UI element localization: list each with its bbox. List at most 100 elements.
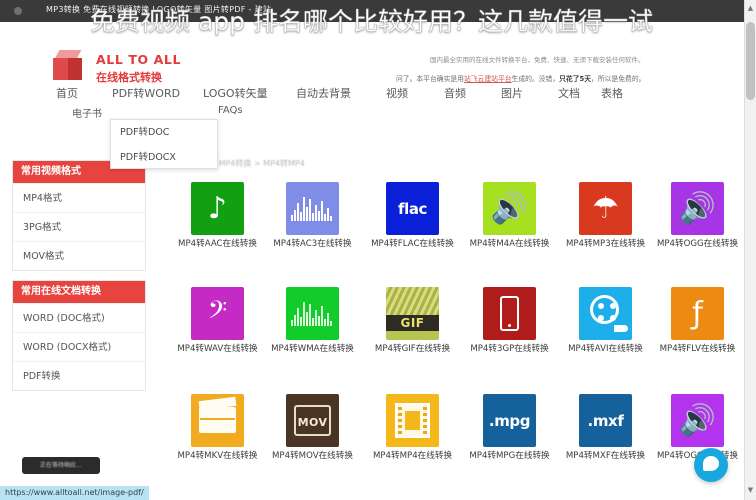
converter-card[interactable]: ♪ MP4转AAC在线转换 — [170, 182, 265, 250]
waveform-icon — [286, 287, 339, 340]
topbar-dot-icon — [14, 7, 22, 15]
nav-item-7[interactable]: 文档 — [558, 85, 580, 101]
mxf-text-icon: .mxf — [579, 394, 632, 447]
sidebar-item-0-1[interactable]: 3PG格式 — [13, 212, 145, 241]
icon-text: .mxf — [587, 411, 624, 430]
flac-text-icon: flac — [386, 182, 439, 235]
sidebar-item-1-1[interactable]: WORD (DOCX格式) — [13, 332, 145, 361]
converter-card-label: MP4转MP4在线转换 — [372, 451, 453, 461]
converter-card-label: MP4转MPG在线转换 — [469, 451, 550, 461]
scroll-up-arrow-icon[interactable]: ▲ — [746, 4, 755, 13]
header-note-primary: 国内最全实用的在线文件转换平台，免费、快速、无须下载安装任何软件。 — [430, 56, 645, 64]
film-reel-icon — [579, 287, 632, 340]
nav2-item-1[interactable]: FAQs — [218, 105, 243, 116]
chat-bubble-icon[interactable] — [694, 448, 728, 482]
page-scrollbar[interactable]: ▲ ▼ — [744, 0, 756, 500]
converter-card-label: MP4转WMA在线转换 — [271, 344, 354, 354]
converter-card-label: MP4转MKV在线转换 — [177, 451, 258, 461]
phone-outline — [500, 296, 519, 331]
filmstrip-icon — [386, 394, 439, 447]
converter-card[interactable]: ƒ MP4转FLV在线转换 — [650, 287, 745, 355]
filmstrip-body — [395, 403, 430, 438]
icon-text: flac — [397, 199, 428, 218]
nav-item-8[interactable]: 表格 — [601, 85, 623, 101]
converter-card[interactable]: MP4转AC3在线转换 — [265, 182, 360, 250]
site-page: ALL TO ALL 在线格式转换 国内最全实用的在线文件转换平台，免费、快速、… — [0, 22, 744, 500]
nav-item-4[interactable]: 视频 — [386, 85, 408, 101]
nav-item-1[interactable]: PDF转WORD — [112, 85, 180, 101]
dropdown-item-1[interactable]: PDF转DOCX — [111, 145, 217, 170]
dropdown-item-0[interactable]: PDF转DOC — [111, 120, 217, 145]
sidebar-item-1-2[interactable]: PDF转换 — [13, 361, 145, 390]
waveform-bars — [291, 196, 334, 221]
sidebar-box-title-1: 常用在线文档转换 — [13, 281, 145, 303]
converter-card[interactable]: 🔊 MP4转M4A在线转换 — [462, 182, 557, 250]
sidebar-item-0-2[interactable]: MOV格式 — [13, 241, 145, 270]
converter-card[interactable]: GIF MP4转GIF在线转换 — [365, 287, 460, 355]
cube-logo-glyph — [55, 60, 79, 78]
converter-card[interactable]: 𝄢 MP4转WAV在线转换 — [170, 287, 265, 355]
icon-glyph: ☂ — [592, 190, 619, 226]
waveform-bars — [291, 301, 334, 326]
mpg-text-icon: .mpg — [483, 394, 536, 447]
loading-tooltip: 正在等待响应… — [22, 457, 100, 474]
icon-glyph: 🔊 — [490, 190, 529, 226]
bass-clef-icon: 𝄢 — [191, 287, 244, 340]
overlay-headline: 免费视频 app 排名哪个比较好用？这几款值得一试 — [90, 7, 653, 36]
converter-card-label: MP4转GIF在线转换 — [374, 344, 451, 354]
speaker-icon: 🔊 — [671, 182, 724, 235]
nav2-item-0[interactable]: 电子书 — [72, 105, 102, 120]
converter-card-label: MP4转WAV在线转换 — [177, 344, 258, 354]
brand-line-1: ALL TO ALL — [96, 52, 182, 67]
converter-card-label: MP4转3GP在线转换 — [470, 344, 549, 354]
mov-icon: MOV — [286, 394, 339, 447]
nav-item-2[interactable]: LOGO转矢量 — [203, 85, 268, 101]
nav-item-5[interactable]: 音频 — [444, 85, 466, 101]
converter-card-label: MP4转MXF在线转换 — [565, 451, 646, 461]
converter-card-label: MP4转FLV在线转换 — [659, 344, 736, 354]
nav-item-3[interactable]: 自动去背景 — [296, 85, 351, 101]
clapperboard-icon — [191, 394, 244, 447]
converter-card-label: MP4转MP3在线转换 — [565, 239, 646, 249]
converter-card-label: MP4转MOV在线转换 — [272, 451, 353, 461]
converter-card[interactable]: MP4转AVI在线转换 — [558, 287, 653, 355]
icon-glyph: 🔊 — [678, 190, 717, 226]
icon-glyph: ƒ — [692, 295, 703, 331]
converter-card[interactable]: ☂ MP4转MP3在线转换 — [558, 182, 653, 250]
converter-card[interactable]: .mxf MP4转MXF在线转换 — [558, 394, 653, 462]
scrollbar-thumb[interactable] — [746, 22, 755, 100]
converter-card[interactable]: MP4转MKV在线转换 — [170, 394, 265, 462]
music-note-icon: ♪ — [191, 182, 244, 235]
converter-card-label: MP4转AC3在线转换 — [273, 239, 352, 249]
converter-card[interactable]: 🔊 MP4转OGG在线转换 — [650, 182, 745, 250]
converter-card-label: MP4转M4A在线转换 — [469, 239, 550, 249]
icon-glyph: 𝄢 — [207, 295, 228, 331]
icon-text: MOV — [294, 405, 331, 436]
clapper-body — [198, 396, 237, 433]
nav-item-6[interactable]: 图片 — [501, 85, 523, 101]
loading-tooltip-text: 正在等待响应… — [39, 462, 82, 469]
gif-icon: GIF — [386, 287, 439, 340]
converter-card[interactable]: flac MP4转FLAC在线转换 — [365, 182, 460, 250]
pdf-dropdown-menu[interactable]: PDF转DOC PDF转DOCX — [110, 119, 218, 169]
icon-text: GIF — [386, 315, 439, 331]
converter-card-label: MP4转OGG在线转换 — [656, 239, 739, 249]
icon-text: .mpg — [488, 411, 531, 430]
phone-icon — [483, 287, 536, 340]
converter-card[interactable]: MP4转MP4在线转换 — [365, 394, 460, 462]
scroll-down-arrow-icon[interactable]: ▼ — [746, 486, 755, 495]
cube-logo-icon — [52, 50, 84, 82]
sidebar-item-0-0[interactable]: MP4格式 — [13, 183, 145, 212]
converter-card[interactable]: .mpg MP4转MPG在线转换 — [462, 394, 557, 462]
converter-card-label: MP4转FLAC在线转换 — [371, 239, 454, 249]
converter-card[interactable]: MP4转3GP在线转换 — [462, 287, 557, 355]
converter-card-label: MP4转AAC在线转换 — [178, 239, 257, 249]
converter-card[interactable]: MP4转WMA在线转换 — [265, 287, 360, 355]
converter-card[interactable]: MOV MP4转MOV在线转换 — [265, 394, 360, 462]
sidebar-item-1-0[interactable]: WORD (DOC格式) — [13, 303, 145, 332]
icon-glyph: 🔊 — [678, 402, 717, 438]
flash-icon: ƒ — [671, 287, 724, 340]
nav-item-0[interactable]: 首页 — [56, 85, 78, 101]
headphones-icon: ☂ — [579, 182, 632, 235]
converter-card[interactable]: 🔊MP4转OGG在线转换 — [650, 394, 745, 462]
